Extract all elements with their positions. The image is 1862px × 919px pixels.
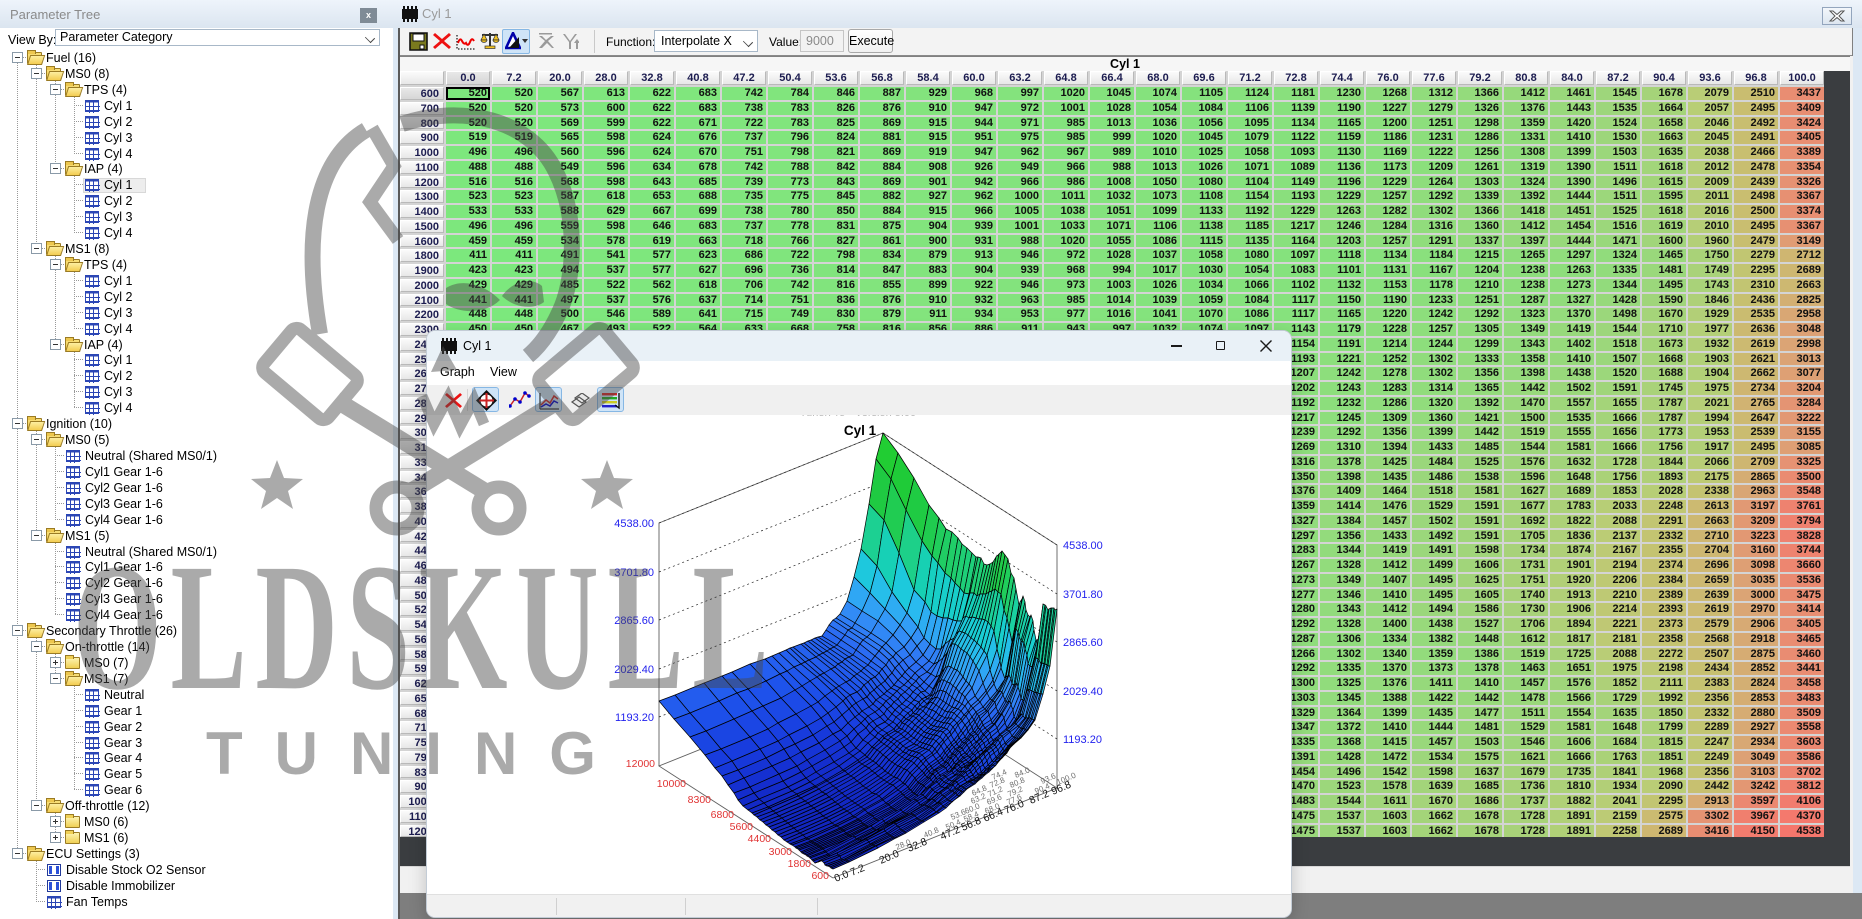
svg-text:12000: 12000 [626, 758, 655, 770]
svg-text:1800: 1800 [788, 858, 812, 870]
svg-text:1193.20: 1193.20 [1063, 734, 1102, 746]
svg-text:2865.60: 2865.60 [1063, 637, 1103, 649]
svg-text:Cyl 1: Cyl 1 [844, 423, 877, 438]
svg-text:8300: 8300 [688, 794, 712, 806]
svg-text:10000: 10000 [657, 778, 686, 790]
svg-text:7.2: 7.2 [848, 862, 866, 879]
svg-text:4400: 4400 [748, 833, 772, 845]
svg-text:TunerPro - Version 5.00: TunerPro - Version 5.00 [800, 415, 916, 419]
svg-text:600: 600 [811, 870, 829, 882]
svg-text:4538.00: 4538.00 [1063, 540, 1103, 552]
svg-text:3701.80: 3701.80 [614, 567, 654, 579]
svg-text:3000: 3000 [769, 846, 793, 858]
svg-text:0.0: 0.0 [832, 868, 850, 885]
svg-text:2029.40: 2029.40 [614, 664, 654, 676]
svg-text:3701.80: 3701.80 [1063, 589, 1103, 601]
svg-text:6800: 6800 [711, 809, 735, 821]
svg-text:5600: 5600 [730, 821, 754, 833]
svg-text:1193.20: 1193.20 [615, 712, 654, 724]
svg-text:2865.60: 2865.60 [614, 615, 654, 627]
svg-text:2029.40: 2029.40 [1063, 686, 1103, 698]
svg-text:4538.00: 4538.00 [614, 518, 654, 530]
